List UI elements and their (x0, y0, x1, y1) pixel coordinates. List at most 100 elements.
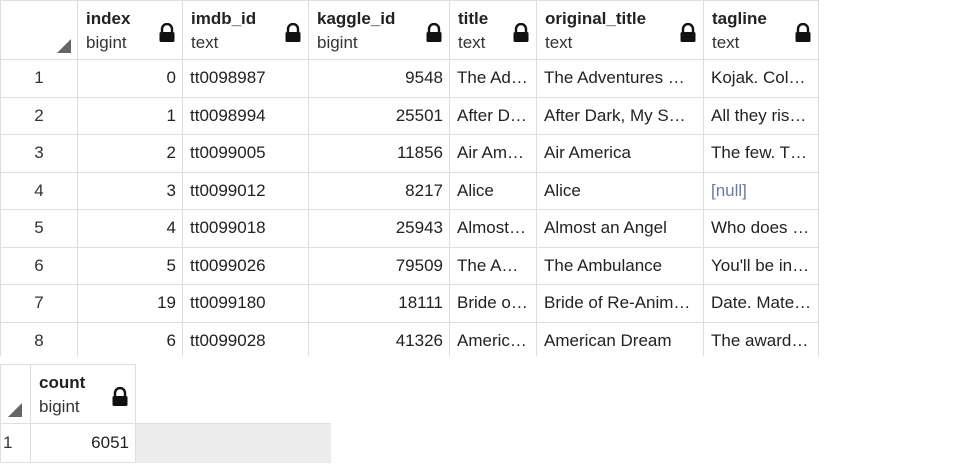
table-row[interactable]: 1 0 tt0098987 9548 The Ad… The Adventures … Ko… (0, 59, 819, 98)
row-number: 7 (0, 284, 78, 323)
row-number: 4 (0, 171, 78, 210)
cell-title[interactable]: Americ… (449, 321, 537, 356)
cell-tagline[interactable]: Date. Mate… (703, 284, 819, 323)
cell-index[interactable]: 6 (77, 321, 183, 356)
column-type: bigint (86, 33, 127, 52)
cell-original-title[interactable]: Bride of Re-Anim… (536, 284, 704, 323)
cell-index[interactable]: 5 (77, 246, 183, 285)
cell-original-title[interactable]: American Dream (536, 321, 704, 356)
row-number: 5 (0, 209, 78, 248)
column-name: index (86, 9, 131, 28)
column-header-kaggle-id[interactable]: kaggle_idbigint (308, 0, 450, 60)
cell-index[interactable]: 2 (77, 134, 183, 173)
cell-kaggle-id[interactable]: 79509 (308, 246, 450, 285)
cell-title[interactable]: Almost… (449, 209, 537, 248)
column-name: kaggle_id (317, 9, 396, 28)
table-row[interactable]: 2 1 tt0098994 25501 After D… After Dark, My S… (0, 96, 819, 135)
cell-imdb-id[interactable]: tt0098994 (182, 96, 309, 135)
cell-title[interactable]: After D… (449, 96, 537, 135)
cell-kaggle-id[interactable]: 11856 (308, 134, 450, 173)
table-row[interactable]: 1 6051 (0, 423, 331, 463)
cell-index[interactable]: 4 (77, 209, 183, 248)
cell-count[interactable]: 6051 (30, 423, 136, 463)
cell-imdb-id[interactable]: tt0098987 (182, 59, 309, 98)
table-row[interactable]: 7 19 tt0099180 18111 Bride o… Bride of Re-Ani… (0, 284, 819, 323)
cell-title[interactable]: Bride o… (449, 284, 537, 323)
cell-tagline[interactable]: The award… (703, 321, 819, 356)
lock-icon (513, 23, 529, 42)
row-number: 1 (0, 59, 78, 98)
table-row[interactable]: 8 6 tt0099028 41326 Americ… American Dream The… (0, 321, 819, 356)
column-header-title[interactable]: title text (449, 0, 537, 60)
cell-original-title[interactable]: The Ambulance (536, 246, 704, 285)
column-header-imdb-id[interactable]: imdb_idtext (182, 0, 309, 60)
row-number: 2 (0, 96, 78, 135)
lock-icon (285, 23, 301, 42)
column-type: bigint (317, 33, 358, 52)
cell-kaggle-id[interactable]: 25501 (308, 96, 450, 135)
cell-original-title[interactable]: Alice (536, 171, 704, 210)
empty-row-area (135, 423, 331, 463)
cell-imdb-id[interactable]: tt0099028 (182, 321, 309, 356)
column-name: original_title (545, 9, 647, 28)
cell-kaggle-id[interactable]: 8217 (308, 171, 450, 210)
table-row[interactable]: 6 5 tt0099026 79509 The A… The Ambulance You'l… (0, 246, 819, 285)
lock-icon (795, 23, 811, 42)
cell-tagline[interactable]: You'll be in… (703, 246, 819, 285)
column-header-count[interactable]: count bigint (30, 364, 136, 424)
cell-title[interactable]: Alice (449, 171, 537, 210)
lock-icon (112, 387, 128, 406)
cell-title[interactable]: The A… (449, 246, 537, 285)
lock-icon (680, 23, 696, 42)
column-name: count (39, 373, 86, 392)
cell-tagline[interactable]: Who does … (703, 209, 819, 248)
column-header-index[interactable]: index bigint (77, 0, 183, 60)
select-all-corner[interactable] (0, 0, 78, 60)
cell-original-title[interactable]: The Adventures … (536, 59, 704, 98)
cell-tagline[interactable]: All they ris… (703, 96, 819, 135)
cell-imdb-id[interactable]: tt0099180 (182, 284, 309, 323)
lock-icon (426, 23, 442, 42)
cell-imdb-id[interactable]: tt0099018 (182, 209, 309, 248)
empty-header-area (135, 364, 331, 424)
cell-original-title[interactable]: Air America (536, 134, 704, 173)
cell-kaggle-id[interactable]: 25943 (308, 209, 450, 248)
column-type: text (545, 33, 573, 52)
select-all-corner[interactable] (0, 364, 31, 424)
cell-index[interactable]: 0 (77, 59, 183, 98)
column-name: imdb_id (191, 9, 257, 28)
select-all-triangle-icon (8, 403, 22, 417)
cell-original-title[interactable]: Almost an Angel (536, 209, 704, 248)
cell-index[interactable]: 1 (77, 96, 183, 135)
count-results-grid[interactable]: count bigint 1 6051 (0, 364, 331, 463)
cell-kaggle-id[interactable]: 18111 (308, 284, 450, 323)
table-row[interactable]: 5 4 tt0099018 25943 Almost… Almost an Angel Wh… (0, 209, 819, 248)
cell-original-title[interactable]: After Dark, My S… (536, 96, 704, 135)
column-name: tagline (712, 9, 767, 28)
lock-icon (159, 23, 175, 42)
cell-tagline[interactable]: The few. T… (703, 134, 819, 173)
cell-title[interactable]: Air Am… (449, 134, 537, 173)
column-header-tagline[interactable]: tagline text (703, 0, 819, 60)
table-row[interactable]: 4 3 tt0099012 8217 Alice Alice [null] (0, 171, 819, 210)
table-row[interactable]: 3 2 tt0099005 11856 Air Am… Air America The fe… (0, 134, 819, 173)
cell-imdb-id[interactable]: tt0099026 (182, 246, 309, 285)
column-type: text (712, 33, 740, 52)
cell-kaggle-id[interactable]: 41326 (308, 321, 450, 356)
column-header-original-title[interactable]: original_titletext (536, 0, 704, 60)
column-type: text (458, 33, 486, 52)
select-all-triangle-icon (57, 39, 71, 53)
cell-index[interactable]: 3 (77, 171, 183, 210)
cell-tagline[interactable]: Kojak. Col… (703, 59, 819, 98)
cell-imdb-id[interactable]: tt0099012 (182, 171, 309, 210)
cell-kaggle-id[interactable]: 9548 (308, 59, 450, 98)
cell-index[interactable]: 19 (77, 284, 183, 323)
cell-imdb-id[interactable]: tt0099005 (182, 134, 309, 173)
row-number: 1 (0, 423, 31, 463)
results-grid[interactable]: index bigint imdb_id text kaggle_id bigint … (0, 0, 820, 356)
cell-title[interactable]: The Ad… (449, 59, 537, 98)
column-type: text (191, 33, 219, 52)
cell-tagline[interactable]: [null] (703, 171, 819, 210)
column-type: bigint (39, 397, 80, 416)
row-number: 8 (0, 321, 78, 356)
